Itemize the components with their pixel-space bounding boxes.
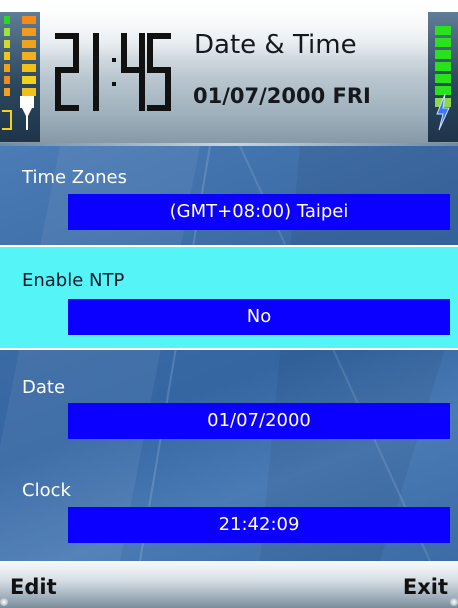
clock-digits — [55, 33, 171, 111]
softkey-bar: Edit Exit — [0, 561, 458, 608]
status-header: Date & Time 01/07/2000 FRI — [0, 0, 458, 143]
enable-ntp-label: Enable NTP — [22, 270, 125, 291]
current-date: 01/07/2000 FRI — [193, 84, 371, 108]
date-label: Date — [22, 377, 66, 398]
exit-softkey[interactable]: Exit — [403, 575, 448, 599]
edit-softkey[interactable]: Edit — [10, 575, 57, 599]
time-zones-label: Time Zones — [22, 167, 127, 188]
date-row[interactable]: Date 01/07/2000 — [0, 350, 458, 450]
charging-bolt-icon — [436, 93, 450, 131]
screen-title: Date & Time — [194, 30, 357, 60]
clock-label: Clock — [22, 480, 71, 501]
settings-list: Time Zones (GMT+08:00) Taipei Enable NTP… — [0, 146, 458, 561]
clock-row[interactable]: Clock 21:42:09 — [0, 456, 458, 561]
clock-value[interactable]: 21:42:09 — [68, 507, 450, 543]
enable-ntp-value[interactable]: No — [68, 299, 450, 335]
time-zones-row[interactable]: Time Zones (GMT+08:00) Taipei — [0, 146, 458, 245]
enable-ntp-row[interactable]: Enable NTP No — [0, 247, 458, 348]
time-zones-value[interactable]: (GMT+08:00) Taipei — [68, 194, 450, 230]
antenna-icon — [20, 96, 34, 130]
date-value[interactable]: 01/07/2000 — [68, 403, 450, 439]
